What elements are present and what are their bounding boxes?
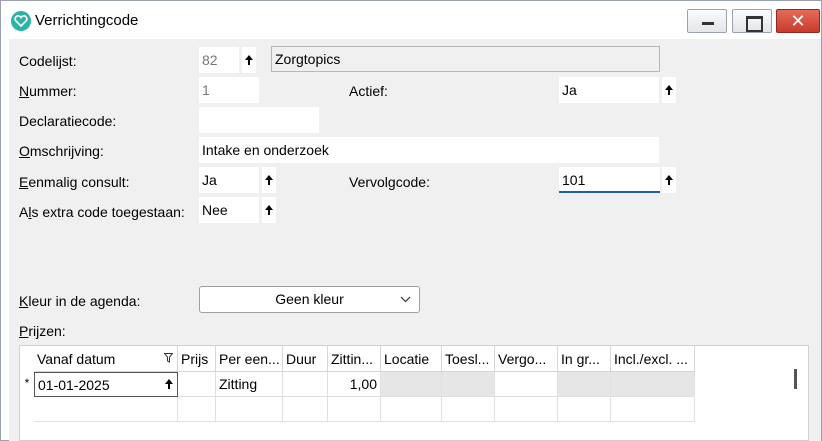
declaratiecode-field[interactable]: [199, 107, 319, 133]
nummer-label: Nummer:: [19, 83, 77, 99]
spin-arrow-icon: [665, 175, 673, 185]
codelijst-spin-button[interactable]: [242, 47, 256, 73]
kleur-value: Geen kleur: [275, 291, 344, 307]
spin-arrow-icon: [245, 55, 253, 65]
maximize-icon: [733, 10, 771, 32]
vervolgcode-label: Vervolgcode:: [349, 174, 430, 190]
spin-arrow-icon: [665, 85, 673, 95]
codelijst-name-field: Zorgtopics: [271, 46, 660, 72]
app-heart-icon: [11, 11, 31, 31]
cell-prijs[interactable]: [178, 372, 216, 397]
col-header-incl-excl[interactable]: Incl./excl. ...: [611, 346, 695, 372]
extra-code-spin-button[interactable]: [262, 197, 276, 223]
spin-arrow-icon: [265, 175, 273, 185]
vervolgcode-spin-button[interactable]: [662, 167, 676, 193]
filter-icon: [164, 353, 173, 363]
extra-code-label: Als extra code toegestaan:: [19, 204, 185, 220]
spin-arrow-icon: [265, 205, 273, 215]
spin-arrow-icon: [165, 379, 173, 389]
empty-cell: [216, 397, 283, 422]
cell-per-eenheid[interactable]: Zitting: [216, 372, 283, 397]
eenmalig-spin-button[interactable]: [262, 167, 276, 193]
window-title: Verrichtingcode: [35, 12, 139, 29]
minimize-icon: [688, 10, 726, 32]
new-row-indicator: *: [24, 376, 30, 390]
codelijst-code-field[interactable]: 82: [199, 47, 239, 73]
vervolgcode-field[interactable]: 101: [559, 167, 660, 193]
kleur-label: Kleur in de agenda:: [19, 293, 141, 309]
dialog-window: Verrichtingcode ✕ Codelijst: 82 Zorgtopi…: [0, 0, 822, 441]
col-header-locatie[interactable]: Locatie: [381, 346, 442, 372]
cell-vergoeding[interactable]: [495, 372, 558, 397]
col-header-zittingen[interactable]: Zittin...: [328, 346, 381, 372]
actief-spin-button[interactable]: [662, 77, 676, 103]
minimize-button[interactable]: [687, 9, 727, 33]
extra-code-field[interactable]: Nee: [199, 197, 259, 223]
omschrijving-field[interactable]: Intake en onderzoek: [199, 137, 659, 163]
title-bar[interactable]: Verrichtingcode ✕: [1, 1, 821, 39]
col-header-toeslag[interactable]: Toesl...: [442, 346, 495, 372]
cell-incl-excl[interactable]: [611, 372, 695, 397]
cell-vanaf-datum[interactable]: 01-01-2025: [34, 372, 178, 397]
eenmalig-label: Eenmalig consult:: [19, 174, 130, 190]
eenmalig-field[interactable]: Ja: [199, 167, 259, 193]
col-header-vergoeding[interactable]: Vergo...: [495, 346, 558, 372]
col-header-per-eenheid[interactable]: Per een...: [216, 346, 283, 372]
empty-cell: [611, 397, 695, 422]
empty-cell: [381, 397, 442, 422]
col-header-in-groep[interactable]: In gr...: [558, 346, 611, 372]
col-header-duur[interactable]: Duur: [283, 346, 328, 372]
empty-cell: [495, 397, 558, 422]
form-panel: Codelijst: 82 Zorgtopics Nummer: 1 Actie…: [9, 39, 821, 441]
close-icon: ✕: [790, 11, 806, 31]
empty-cell: [283, 397, 328, 422]
cell-toeslag[interactable]: [442, 372, 495, 397]
maximize-button[interactable]: [732, 9, 772, 33]
omschrijving-label: Omschrijving:: [19, 143, 104, 159]
actief-field[interactable]: Ja: [559, 77, 659, 103]
col-header-prijs[interactable]: Prijs: [178, 346, 216, 372]
actief-label: Actief:: [349, 83, 388, 99]
cell-zittingen[interactable]: 1,00: [328, 372, 381, 397]
kleur-dropdown[interactable]: Geen kleur: [199, 286, 420, 313]
declaratiecode-label: Declaratiecode:: [19, 113, 117, 129]
cell-in-groep[interactable]: [558, 372, 611, 397]
col-header-vanaf-datum[interactable]: Vanaf datum: [34, 346, 178, 372]
empty-cell: [328, 397, 381, 422]
chevron-down-icon: [400, 287, 411, 320]
nummer-field[interactable]: 1: [199, 77, 259, 103]
empty-cell: [178, 397, 216, 422]
codelijst-label: Codelijst:: [19, 53, 77, 69]
cell-locatie[interactable]: [381, 372, 442, 397]
cell-duur[interactable]: [283, 372, 328, 397]
empty-cell: [558, 397, 611, 422]
close-button[interactable]: ✕: [776, 9, 820, 33]
empty-cell: [442, 397, 495, 422]
prijzen-label: Prijzen:: [19, 323, 66, 339]
empty-cell: [34, 397, 178, 422]
grid-scrollbar-thumb[interactable]: [794, 369, 797, 389]
prices-grid[interactable]: Vanaf datum Prijs Per een... Duur Zittin…: [19, 345, 809, 441]
